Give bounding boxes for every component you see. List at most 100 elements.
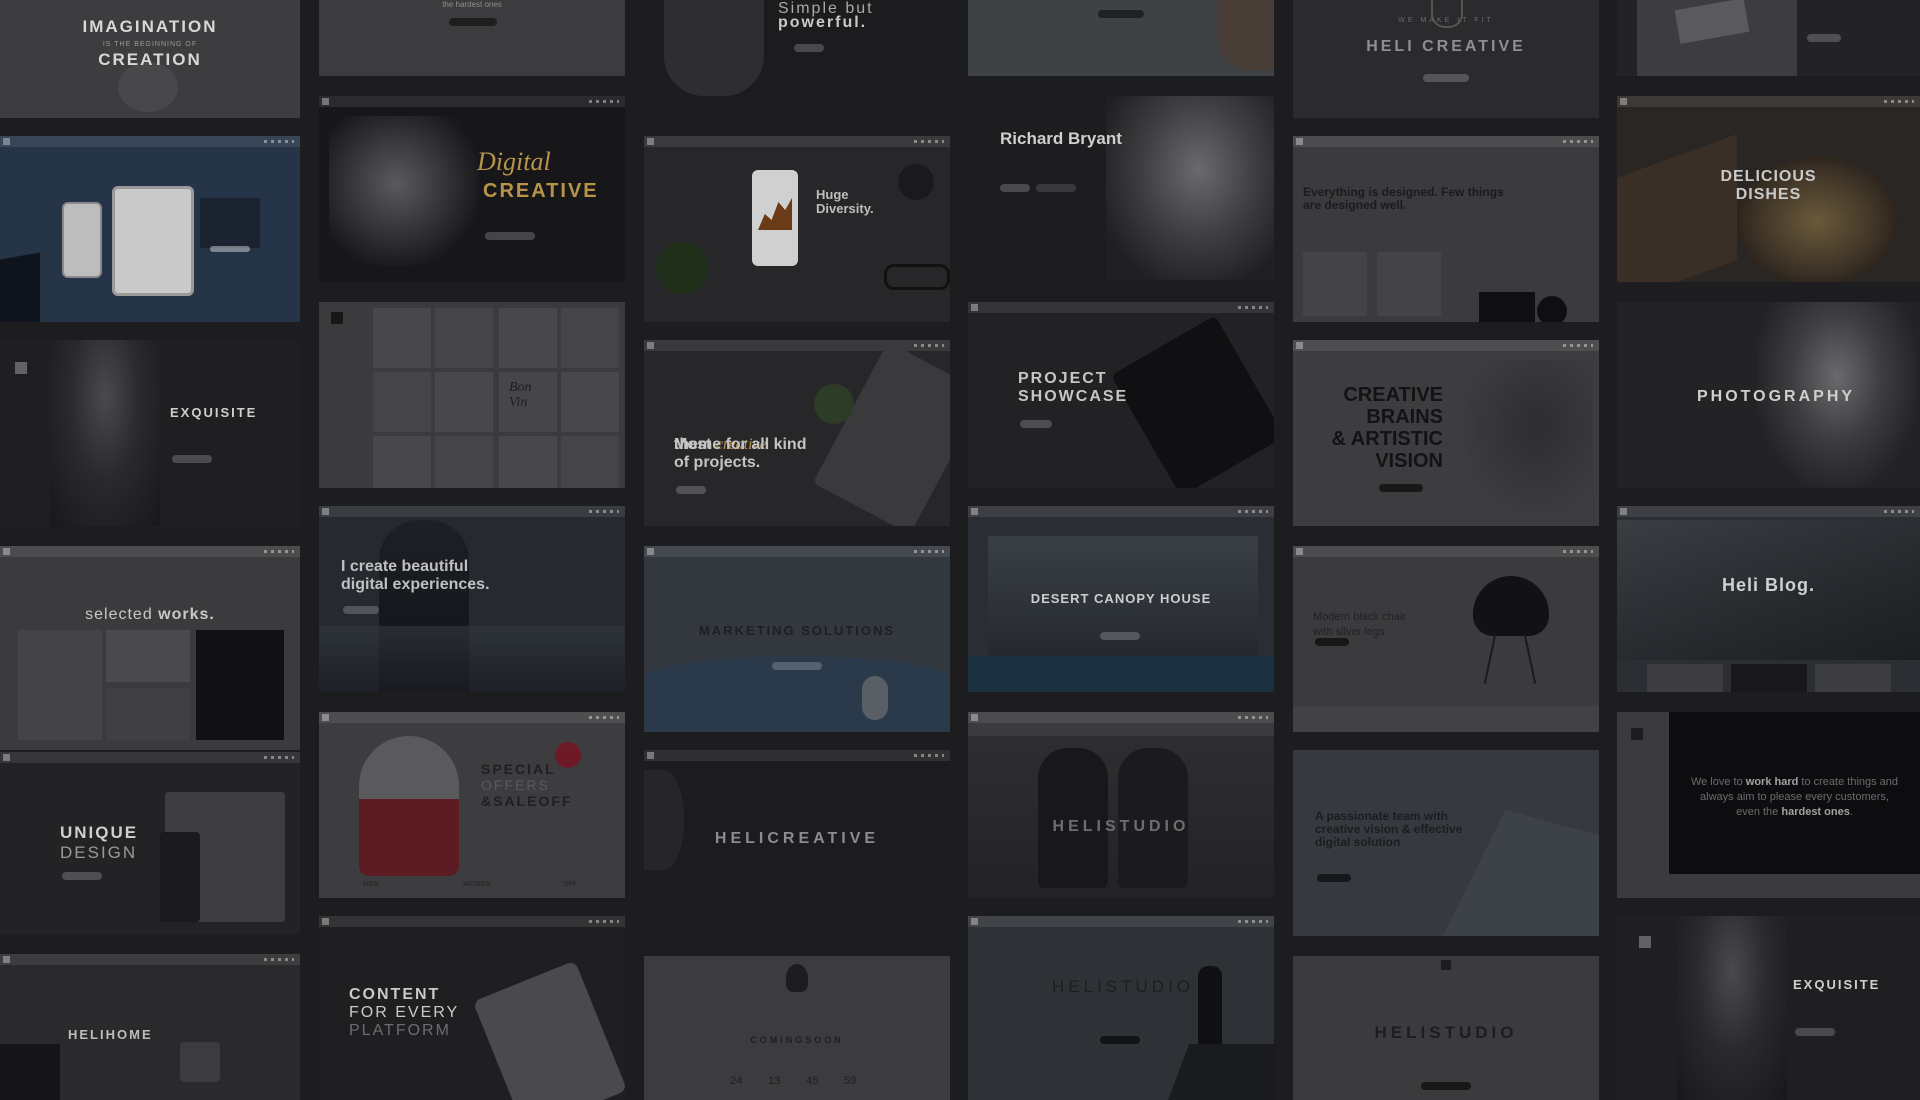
modern-chair-text: Modern black chair with silver legs bbox=[1313, 611, 1406, 638]
special-line: SPECIAL bbox=[481, 761, 556, 777]
label-men: MEN bbox=[363, 881, 379, 888]
tile-heli-creative-top[interactable]: WE MAKE IT FIT HELI CREATIVE bbox=[1293, 0, 1599, 118]
tile-content-every-platform[interactable]: CONTENT FOR EVERY PLATFORM bbox=[319, 916, 625, 1100]
man-photo bbox=[664, 0, 764, 96]
unique-design-line1: UNIQUE bbox=[60, 823, 139, 842]
tile-top-light[interactable] bbox=[968, 0, 1274, 76]
tablet-image bbox=[112, 186, 194, 296]
tile-digital-creative[interactable]: Digital CREATIVE bbox=[319, 96, 625, 282]
deer-image bbox=[18, 630, 102, 740]
tile-special-offers[interactable]: SPECIAL OFFERS &SALEOFF MEN WOMEN OFF bbox=[319, 712, 625, 898]
tile-marketing-solutions[interactable]: MARKETING SOLUTIONS bbox=[644, 546, 950, 732]
exquisite-right-title: EXQUISITE bbox=[1793, 977, 1881, 992]
phone-image bbox=[62, 202, 102, 278]
desert-title: DESERT CANOPY HOUSE bbox=[1030, 591, 1212, 606]
marketing-title: MARKETING SOLUTIONS bbox=[698, 623, 896, 638]
tile-modern-chair[interactable]: Modern black chair with silver legs bbox=[1293, 546, 1599, 732]
heli-creative-top-title: HELI CREATIVE bbox=[1366, 38, 1526, 55]
digital-line: Digital bbox=[477, 147, 551, 176]
passionate-text: A passionate team with creative vision &… bbox=[1315, 809, 1463, 850]
tile-coming-soon[interactable]: COMINGSOON 24 13 45 59 bbox=[644, 956, 950, 1100]
tile-everything-designed[interactable]: Everything is designed. Few things are d… bbox=[1293, 136, 1599, 322]
diversity-line: Diversity. bbox=[816, 201, 874, 216]
heli-studio-mid-title: HELISTUDIO bbox=[1052, 818, 1190, 835]
laptop-image bbox=[812, 341, 950, 526]
mouse-image bbox=[862, 676, 888, 720]
man-writing-photo bbox=[1106, 96, 1274, 280]
platform-line: PLATFORM bbox=[349, 1022, 451, 1039]
plant-icon bbox=[814, 384, 854, 424]
countdown-hours: 13 bbox=[768, 1075, 781, 1087]
heli-studio-light-title: HELISTUDIO bbox=[1374, 1023, 1518, 1042]
tile-heli-blog[interactable]: Heli Blog. bbox=[1617, 506, 1920, 692]
cliff-man-image bbox=[1198, 966, 1222, 1046]
for-every-line: FOR EVERY bbox=[349, 1004, 460, 1021]
powerful-line: powerful. bbox=[778, 14, 868, 31]
tile-exquisite-right[interactable]: EXQUISITE bbox=[1617, 916, 1920, 1100]
countdown-minutes: 45 bbox=[806, 1075, 819, 1087]
theme-line: theme for all kind of projects. bbox=[674, 436, 807, 471]
saleoff-line: &SALEOFF bbox=[481, 793, 573, 809]
theme-showcase-mosaic: IMAGINATION IS THE BEGINNING OF CREATION… bbox=[0, 0, 1920, 1100]
tile-creative-brains[interactable]: CREATIVE BRAINS & ARTISTIC VISION bbox=[1293, 340, 1599, 526]
project-showcase-title: PROJECT SHOWCASE bbox=[1018, 370, 1129, 405]
tile-heli-home[interactable]: HELIHOME bbox=[0, 954, 300, 1100]
plant-image bbox=[656, 242, 708, 294]
keyboard-image bbox=[0, 1044, 60, 1100]
tile-delicious-dishes[interactable]: DELICIOUS DISHES bbox=[1617, 96, 1920, 282]
tile-heli-studio-sea[interactable]: HELISTUDIO bbox=[968, 916, 1274, 1100]
heli-blog-title: Heli Blog. bbox=[1721, 575, 1815, 595]
tile-selected-works[interactable]: selected works. bbox=[0, 546, 300, 750]
tile-top-right-device[interactable] bbox=[1617, 0, 1920, 76]
tile-unique-design[interactable]: UNIQUE DESIGN bbox=[0, 752, 300, 934]
sale-badge bbox=[555, 742, 581, 768]
coming-soon-title: COMINGSOON bbox=[750, 1035, 844, 1045]
unique-design-line2: DESIGN bbox=[60, 843, 138, 862]
selected-works-heading: selected works. bbox=[85, 605, 215, 623]
tile-project-showcase[interactable]: PROJECT SHOWCASE bbox=[968, 302, 1274, 488]
tile-hardest-ones[interactable]: the hardest ones bbox=[319, 0, 625, 76]
tile-photography[interactable]: PHOTOGRAPHY bbox=[1617, 302, 1920, 488]
tile-richard-bryant[interactable]: Richard Bryant bbox=[968, 96, 1274, 282]
exquisite-left-title: EXQUISITE bbox=[170, 405, 258, 420]
photography-title: PHOTOGRAPHY bbox=[1697, 388, 1856, 405]
heli-creative-mid-title: HELICREATIVE bbox=[714, 830, 880, 847]
tile-passionate-team[interactable]: A passionate team with creative vision &… bbox=[1293, 750, 1599, 936]
wolf-image bbox=[329, 116, 479, 266]
creative-line: CREATIVE bbox=[483, 180, 599, 202]
imagination-tagline: IS THE BEGINNING OF bbox=[102, 41, 198, 48]
heli-studio-sea-title: HELISTUDIO bbox=[1052, 977, 1195, 996]
everything-text: Everything is designed. Few things are d… bbox=[1303, 185, 1504, 213]
tile-heli-creative-mid[interactable]: HELICREATIVE bbox=[644, 750, 950, 936]
imagination-title: IMAGINATION bbox=[82, 17, 218, 36]
work-hard-text: We love to work hard to create things an… bbox=[1690, 775, 1899, 818]
hardest-ones-text: the hardest ones bbox=[442, 0, 502, 9]
tile-product-grid[interactable]: Bon Vin bbox=[319, 302, 625, 488]
tile-desert-canopy[interactable]: DESERT CANOPY HOUSE bbox=[968, 506, 1274, 692]
tile-most-creative[interactable]: Most creative theme for all kind of proj… bbox=[644, 340, 950, 526]
tile-exquisite-left[interactable]: EXQUISITE bbox=[0, 340, 300, 526]
lamp-image bbox=[898, 164, 934, 200]
delicious-title: DELICIOUS DISHES bbox=[1720, 168, 1817, 203]
tile-huge-diversity[interactable]: Huge Diversity. bbox=[644, 136, 950, 322]
tile-tablet-mockup[interactable] bbox=[0, 136, 300, 322]
content-line: CONTENT bbox=[349, 986, 441, 1003]
chair-image bbox=[1473, 576, 1549, 636]
tablet-mockup bbox=[472, 960, 625, 1100]
lightbulb-icon bbox=[786, 964, 808, 992]
hat-image bbox=[1303, 252, 1367, 316]
tile-imagination[interactable]: IMAGINATION IS THE BEGINNING OF CREATION bbox=[0, 0, 300, 118]
glasses-image bbox=[884, 264, 950, 290]
tile-heli-studio-fashion[interactable]: HELISTUDIO bbox=[968, 712, 1274, 898]
richard-name: Richard Bryant bbox=[1000, 129, 1122, 148]
tile-work-hard[interactable]: We love to work hard to create things an… bbox=[1617, 712, 1920, 898]
cyclist-image bbox=[1453, 360, 1593, 526]
lamp-thumb bbox=[1377, 252, 1441, 316]
bicycle-image bbox=[106, 630, 190, 682]
tile-simple-powerful[interactable]: Simple but powerful. bbox=[644, 0, 950, 96]
countdown-days: 24 bbox=[730, 1075, 743, 1087]
creative-brains-title: CREATIVE BRAINS & ARTISTIC VISION bbox=[1331, 384, 1443, 472]
tile-heli-studio-light[interactable]: HELISTUDIO bbox=[1293, 956, 1599, 1100]
tile-i-create[interactable]: I create beautiful digital experiences. bbox=[319, 506, 625, 692]
zebra-image bbox=[196, 630, 284, 740]
